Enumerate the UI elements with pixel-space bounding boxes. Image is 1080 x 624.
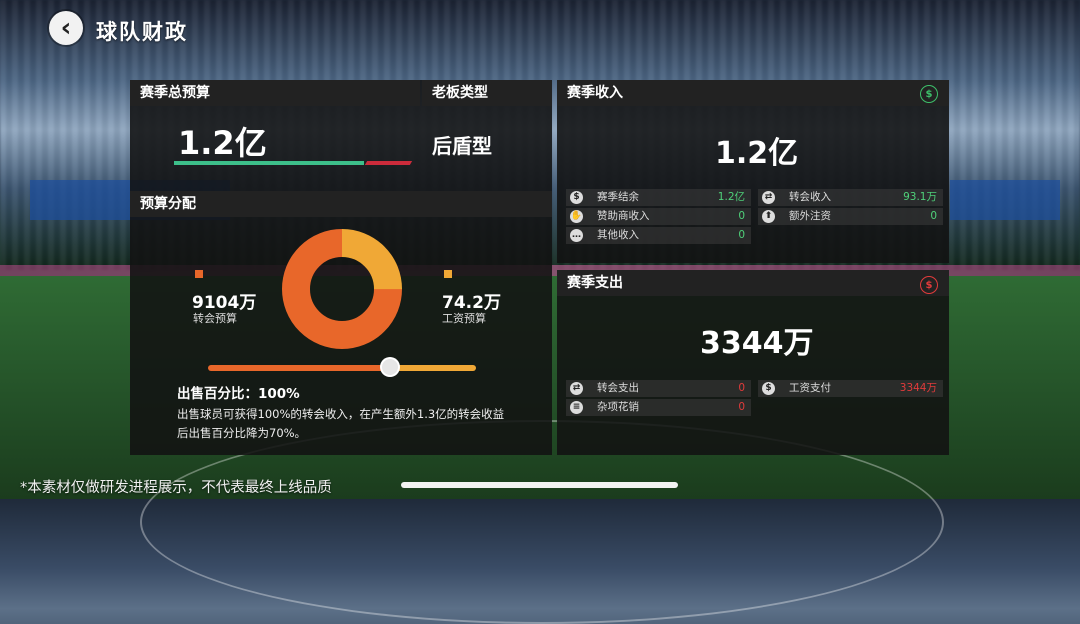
sell-percentage-title: 出售百分比：100% [177,386,300,402]
income-row: … 其他收入 0 [566,227,751,244]
expense-row-label: 转会支出 [597,382,639,394]
stadium-banner-right [950,180,1060,220]
income-row-value: 0 [930,210,937,222]
allocation-title: 预算分配 [140,196,196,212]
transfer-legend-swatch [195,270,203,278]
income-coin-icon: $ [920,85,938,103]
owner-type-value: 后盾型 [432,134,492,158]
income-row: $ 赛季结余 1.2亿 [566,189,751,206]
page-title: 球队财政 [96,20,188,44]
misc-icon: ≡ [570,401,583,414]
transfer-icon: ⇄ [762,191,775,204]
wage-budget-label: 工资预算 [442,312,486,325]
expense-row-value: 0 [738,382,745,394]
coin-icon: $ [570,191,583,204]
income-row-value: 93.1万 [903,191,937,203]
allocation-header: 预算分配 [130,191,552,217]
other-icon: … [570,229,583,242]
allocation-slider[interactable] [208,365,476,371]
budget-bar-remaining [364,161,413,165]
expense-coin-icon: $ [920,276,938,294]
owner-type-header: 老板类型 [422,80,552,106]
income-row-label: 赞助商收入 [597,210,650,222]
income-row: ⇄ 转会收入 93.1万 [758,189,943,206]
income-row-label: 赛季结余 [597,191,639,203]
season-budget-value: 1.2亿 [178,124,267,162]
income-row-value: 1.2亿 [717,191,745,203]
expense-row-value: 3344万 [899,382,937,394]
expense-row: $ 工资支付 3344万 [758,380,943,397]
wage-coin-icon: $ [762,382,775,395]
expense-panel [557,270,949,455]
income-total-value: 1.2亿 [715,136,799,171]
income-row-label: 额外注资 [789,210,831,222]
expense-row-label: 杂项花销 [597,401,639,413]
season-budget-header: 赛季总预算 [130,80,420,106]
income-title: 赛季收入 [567,85,623,101]
expense-row: ⇄ 转会支出 0 [566,380,751,397]
expense-row-value: 0 [738,401,745,413]
owner-type-title: 老板类型 [432,85,488,101]
disclaimer-note: *本素材仅做研发进程展示，不代表最终上线品质 [20,480,332,496]
sell-percentage-description: 出售球员可获得100%的转会收入，在产生额外1.3亿的转会收益后出售百分比降为7… [177,407,505,440]
back-button[interactable]: ‹ [49,11,83,45]
income-row: ✋ 赞助商收入 0 [566,208,751,225]
expense-total-value: 3344万 [700,326,814,361]
income-row-value: 0 [738,210,745,222]
expense-row: ≡ 杂项花销 0 [566,399,751,416]
home-indicator[interactable] [401,482,678,488]
income-row-value: 0 [738,229,745,241]
expense-header: 赛季支出 [557,270,949,296]
injection-icon: ⬆ [762,210,775,223]
income-row-label: 转会收入 [789,191,831,203]
expense-title: 赛季支出 [567,275,623,291]
income-row: ⬆ 额外注资 0 [758,208,943,225]
season-budget-title: 赛季总预算 [140,85,210,101]
income-row-label: 其他收入 [597,229,639,241]
wage-legend-swatch [444,270,452,278]
expense-row-label: 工资支付 [789,382,831,394]
budget-bar-used [174,161,364,165]
income-header: 赛季收入 [557,80,949,106]
transfer-budget-label: 转会预算 [193,312,237,325]
transfer-out-icon: ⇄ [570,382,583,395]
back-arrow-icon: ‹ [60,13,72,43]
budget-donut-chart [282,229,402,349]
handshake-icon: ✋ [570,210,583,223]
